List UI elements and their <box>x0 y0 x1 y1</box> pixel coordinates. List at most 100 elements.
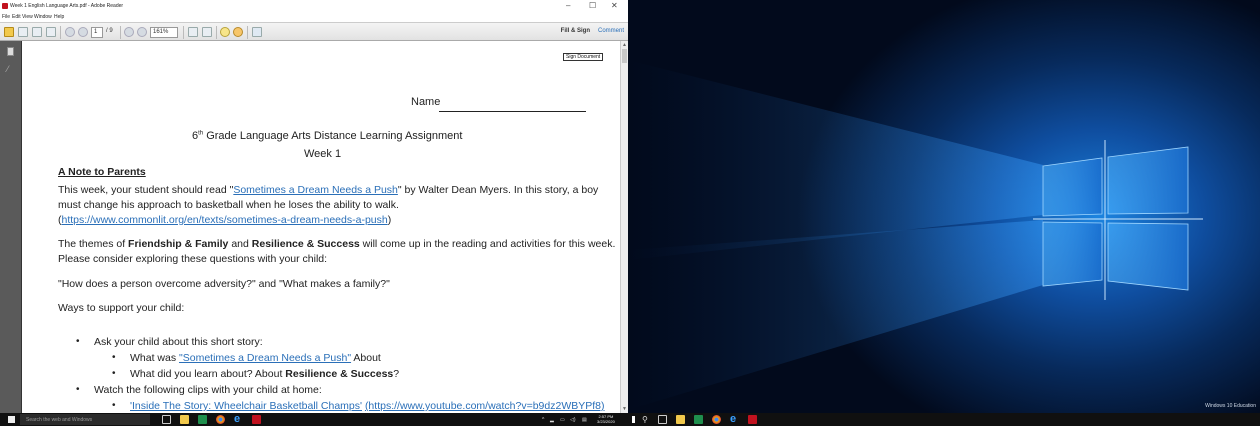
battery-icon[interactable]: ▭ <box>560 417 565 423</box>
start-icon[interactable] <box>632 416 635 423</box>
pdf-page: Sign Document Name 6th Grade Language Ar… <box>23 41 620 413</box>
attachments-icon[interactable]: ⁄ <box>7 65 14 74</box>
youtube-url-link[interactable]: (https://www.youtube.com/watch?v=b9dz2WB… <box>365 400 605 412</box>
open-icon[interactable] <box>4 27 14 37</box>
menu-window[interactable]: Window <box>34 14 52 20</box>
highlight-icon[interactable] <box>233 27 243 37</box>
chrome-icon[interactable] <box>216 415 225 424</box>
zoom-select[interactable]: 161% <box>150 27 178 38</box>
bullet-2-text: Watch the following clips with your chil… <box>94 384 322 396</box>
zoom-in-icon[interactable] <box>137 27 147 37</box>
system-tray: ^ ▂ ▭ ◁) ▤ 2:57 PM 3/23/2020 <box>540 413 628 426</box>
pages-panel-icon[interactable] <box>7 47 14 56</box>
prev-page-icon[interactable] <box>65 27 75 37</box>
name-underline <box>439 111 586 112</box>
search-icon[interactable]: ⚲ <box>642 415 651 424</box>
desktop-wallpaper: Windows 10 Education <box>628 0 1260 413</box>
comment-button[interactable]: Comment <box>598 28 624 34</box>
tray-chevron-icon[interactable]: ^ <box>542 417 544 423</box>
story-link[interactable]: Sometimes a Dream Needs a Push <box>233 184 398 196</box>
fill-sign-button[interactable]: Fill & Sign <box>561 28 590 34</box>
video-title-link[interactable]: 'Inside The Story: Wheelchair Basketball… <box>130 400 362 412</box>
notifications-icon[interactable]: ▤ <box>582 417 587 423</box>
excel-icon[interactable] <box>694 415 703 424</box>
adobe-reader-icon <box>2 3 8 9</box>
bullet-dot: • <box>112 368 116 379</box>
logo-pane-top-left <box>1042 157 1103 217</box>
logo-pane-bottom-right <box>1107 222 1189 291</box>
chrome-icon[interactable] <box>712 415 721 424</box>
paragraph-1-line-1: This week, your student should read "Som… <box>58 184 598 196</box>
sub1-text-a: What was <box>130 352 180 364</box>
clock[interactable]: 2:57 PM 3/23/2020 <box>597 414 615 424</box>
scroll-thumb[interactable] <box>622 49 627 63</box>
fit-width-icon[interactable] <box>202 27 212 37</box>
edge-icon[interactable]: e <box>730 414 739 425</box>
menu-help[interactable]: Help <box>54 14 64 20</box>
taskbar-primary: Search the web and Windows e ^ ▂ ▭ ◁) ▤ … <box>0 413 628 426</box>
sub2-text-c: ? <box>393 368 400 380</box>
page-number-input[interactable]: 1 <box>91 27 103 38</box>
questions-line: "How does a person overcome adversity?" … <box>58 278 390 290</box>
commonlit-url-link[interactable]: https://www.commonlit.org/en/texts/somet… <box>62 214 388 226</box>
p2-text-a: The themes of <box>58 238 129 250</box>
save-icon[interactable] <box>18 27 28 37</box>
title-line: 6th Grade Language Arts Distance Learnin… <box>192 130 462 142</box>
paragraph-2-line-1: The themes of Friendship & Family and Re… <box>58 238 615 250</box>
theme-resilience-success: Resilience & Success <box>251 238 360 250</box>
logo-pane-bottom-left <box>1042 221 1103 287</box>
zoom-out-icon[interactable] <box>124 27 134 37</box>
start-icon[interactable] <box>8 416 15 423</box>
navigation-pane: ⁄ <box>0 41 22 413</box>
next-page-icon[interactable] <box>78 27 88 37</box>
scroll-up-icon[interactable]: ▲ <box>622 42 627 48</box>
p2-and: and <box>228 238 252 250</box>
task-view-icon[interactable] <box>658 415 667 424</box>
task-view-icon[interactable] <box>162 415 171 424</box>
sub1-text-b: About <box>351 352 381 364</box>
search-input[interactable]: Search the web and Windows <box>20 414 150 425</box>
bullet-dot: • <box>112 400 116 411</box>
title-bar[interactable]: Week 1 English Language Arts.pdf - Adobe… <box>0 0 628 13</box>
acrobat-icon[interactable] <box>748 415 757 424</box>
menu-file[interactable]: File <box>2 14 10 20</box>
logo-pane-top-right <box>1107 146 1189 215</box>
close-button[interactable]: ✕ <box>611 1 618 11</box>
p1-text-a: This week, your student should read " <box>58 184 234 196</box>
print-icon[interactable] <box>32 27 42 37</box>
vertical-scrollbar[interactable]: ▲ ▼ <box>620 41 628 413</box>
email-icon[interactable] <box>46 27 56 37</box>
bullet-dot: • <box>76 384 80 395</box>
adobe-reader-window: Week 1 English Language Arts.pdf - Adobe… <box>0 0 628 413</box>
excel-icon[interactable] <box>198 415 207 424</box>
sign-document-button[interactable]: Sign Document <box>563 53 604 61</box>
fit-page-icon[interactable] <box>188 27 198 37</box>
menu-view[interactable]: View <box>22 14 33 20</box>
paragraph-2-line-2: Please consider exploring these question… <box>58 253 328 265</box>
acrobat-icon[interactable] <box>252 415 261 424</box>
volume-icon[interactable]: ◁) <box>570 417 576 423</box>
file-explorer-icon[interactable] <box>676 415 685 424</box>
minimize-button[interactable]: – <box>566 1 570 11</box>
toolbar-separator <box>247 26 248 39</box>
clock-date: 3/23/2020 <box>597 419 615 424</box>
light-beam-lower <box>628 220 1043 410</box>
edge-icon[interactable]: e <box>234 414 243 425</box>
menu-edit[interactable]: Edit <box>12 14 21 20</box>
sign-icon[interactable] <box>252 27 262 37</box>
comment-icon[interactable] <box>220 27 230 37</box>
p1-text-b: " by Walter Dean Myers. In this story, a… <box>397 184 599 196</box>
story-link-2[interactable]: "Sometimes a Dream Needs a Push" <box>179 352 351 364</box>
network-icon[interactable]: ▂ <box>550 417 554 423</box>
window-title: Week 1 English Language Arts.pdf - Adobe… <box>10 3 124 9</box>
grade-suffix: th <box>198 130 204 137</box>
sub-bullet-2: What did you learn about? About Resilien… <box>130 368 399 380</box>
ways-line: Ways to support your child: <box>58 302 185 314</box>
scroll-down-icon[interactable]: ▼ <box>622 406 627 412</box>
sub-bullet-1: What was "Sometimes a Dream Needs a Push… <box>130 352 381 364</box>
maximize-button[interactable]: ☐ <box>589 1 596 11</box>
file-explorer-icon[interactable] <box>180 415 189 424</box>
screen: Week 1 English Language Arts.pdf - Adobe… <box>0 0 1260 426</box>
theme-friendship-family: Friendship & Family <box>128 238 229 250</box>
toolbar: 1 / 9 161% Fill & Sign Comment <box>0 22 628 41</box>
